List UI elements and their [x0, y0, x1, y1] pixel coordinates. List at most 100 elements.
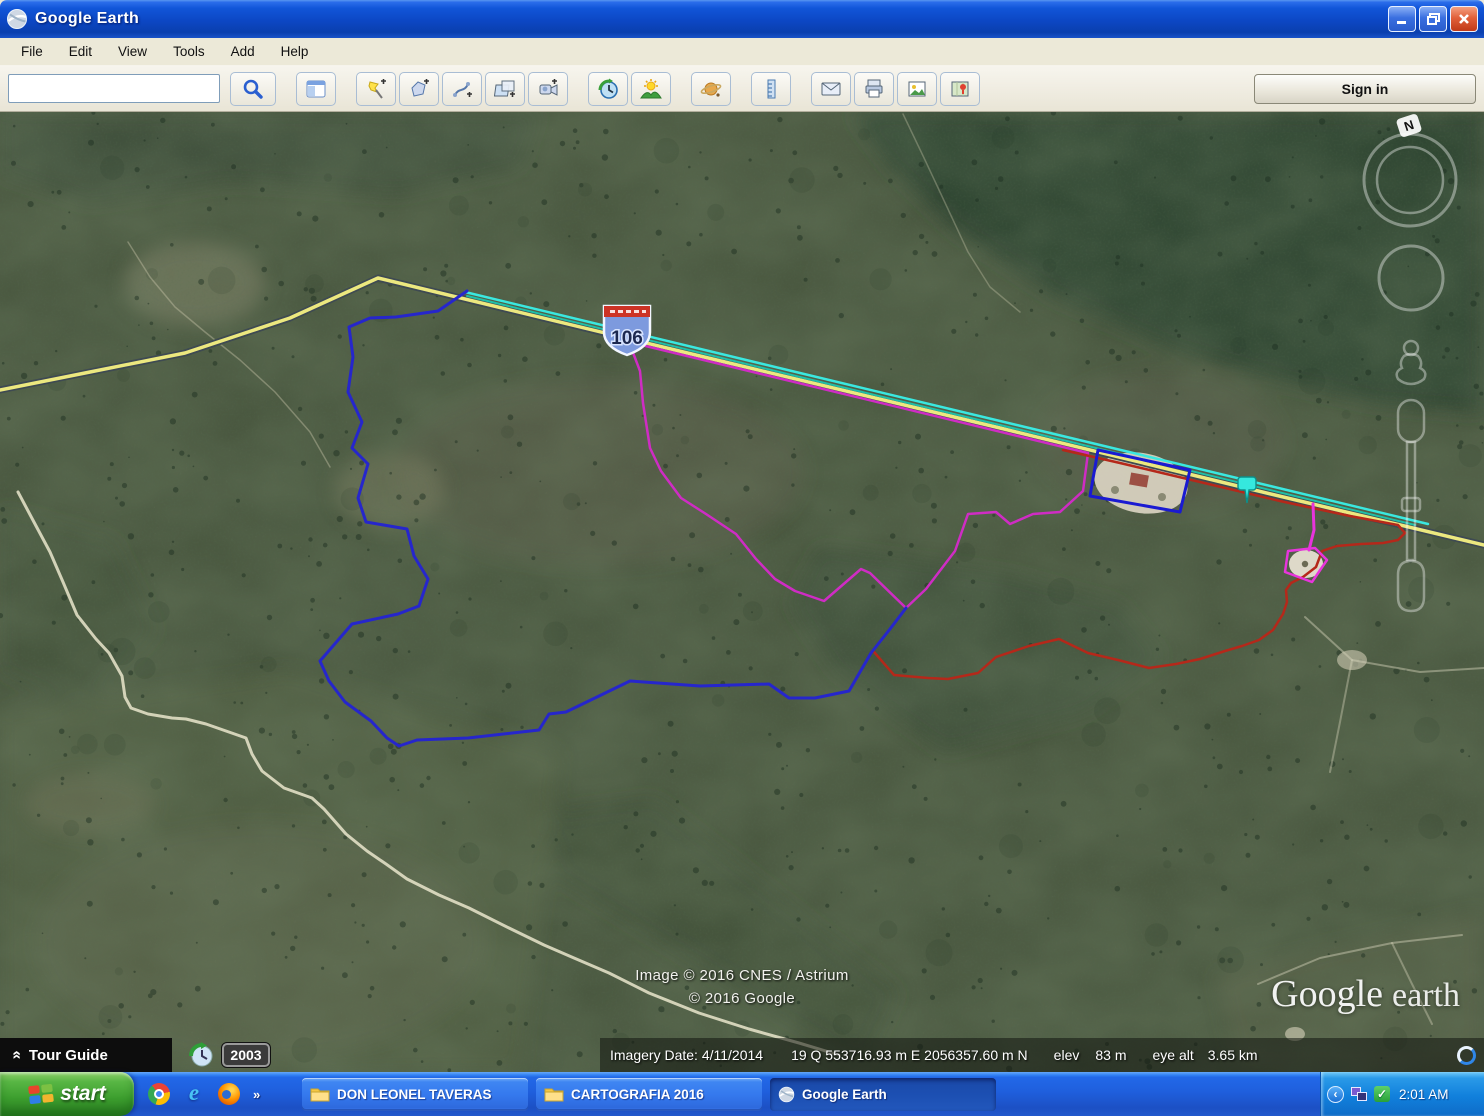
chevron-up-icon: « [7, 1051, 25, 1060]
firefox-icon[interactable] [218, 1083, 240, 1105]
imagery-year-badge[interactable]: 2003 [222, 1043, 270, 1067]
start-button[interactable]: start [0, 1072, 134, 1116]
toolbar: Sign in [0, 66, 1484, 112]
close-button[interactable] [1450, 6, 1478, 32]
placemark-icon [365, 78, 387, 100]
google-earth-window: Google Earth File Edit View Tools Add He… [0, 0, 1484, 1116]
elevation-value: 83 m [1095, 1047, 1126, 1063]
google-maps-icon [949, 78, 971, 100]
windows-logo-icon [28, 1082, 54, 1106]
chrome-icon[interactable] [148, 1083, 170, 1105]
windows-taskbar: start e » DON LEONEL TAVERAS CARTOGRAFIA… [0, 1072, 1484, 1116]
menu-tools[interactable]: Tools [160, 41, 218, 62]
historical-imagery-icon [597, 78, 619, 100]
navigation-controls[interactable] [1348, 120, 1468, 640]
boundary-blue [320, 291, 906, 746]
placemark-pin-cyan[interactable] [1236, 474, 1260, 506]
tour-guide-button[interactable]: « Tour Guide [0, 1038, 172, 1072]
look-joystick[interactable] [1379, 246, 1443, 310]
email-icon [820, 78, 842, 100]
taskbar-item-don-leonel-taveras[interactable]: DON LEONEL TAVERAS [302, 1078, 528, 1111]
imagery-copyright: Image © 2016 CNES / Astrium © 2016 Googl… [635, 964, 849, 1010]
quick-launch-overflow-chevron[interactable]: » [253, 1087, 260, 1102]
print-icon [863, 78, 885, 100]
restore-button[interactable] [1419, 6, 1447, 32]
antivirus-shield-icon[interactable]: ✓ [1374, 1086, 1390, 1102]
ruler-icon [760, 78, 782, 100]
tray-hide-icons-chevron[interactable]: ‹ [1327, 1086, 1344, 1103]
record-tour-icon [537, 78, 559, 100]
start-label: start [60, 1082, 106, 1106]
search-input[interactable] [8, 74, 220, 103]
boundary-magenta [629, 342, 1088, 608]
map-overlays [0, 112, 1484, 1072]
email-button[interactable] [811, 72, 851, 106]
add-path-button[interactable] [442, 72, 482, 106]
trail-faint-east-b [1330, 660, 1352, 772]
zoom-slider-knob[interactable] [1402, 498, 1420, 511]
map-viewport[interactable]: 106 N [0, 112, 1484, 1072]
google-earth-watermark: Google earth [1271, 972, 1460, 1016]
view-in-google-maps-button[interactable] [940, 72, 980, 106]
menu-help[interactable]: Help [268, 41, 322, 62]
compound-magenta [1285, 548, 1327, 582]
utm-coordinates: 19 Q 553716.93 m E 2056357.60 m N [791, 1047, 1028, 1063]
path-icon [451, 78, 473, 100]
sunlight-icon [640, 78, 662, 100]
network-icon[interactable] [1351, 1087, 1367, 1101]
saturn-icon [700, 78, 722, 100]
status-readout: Imagery Date: 4/11/2014 19 Q 553716.93 m… [600, 1038, 1484, 1072]
tray-clock[interactable]: 2:01 AM [1399, 1087, 1449, 1102]
imagery-date: Imagery Date: 4/11/2014 [610, 1047, 763, 1063]
search-button[interactable] [230, 72, 276, 106]
google-earth-logo-icon [778, 1086, 795, 1103]
ruler-button[interactable] [751, 72, 791, 106]
menu-add[interactable]: Add [218, 41, 268, 62]
record-tour-button[interactable] [528, 72, 568, 106]
search-icon [241, 77, 265, 101]
sign-in-button[interactable]: Sign in [1254, 74, 1476, 104]
add-image-overlay-button[interactable] [485, 72, 525, 106]
historical-imagery-status-icon[interactable] [188, 1042, 214, 1068]
folder-icon [544, 1086, 564, 1102]
menu-edit[interactable]: Edit [56, 41, 105, 62]
elevation-label: elev [1054, 1047, 1080, 1063]
map-status-bar: « Tour Guide 2003 Imagery Date: 4/11/201… [0, 1038, 1484, 1072]
track-teal [467, 296, 1415, 525]
show-sidebar-button[interactable] [296, 72, 336, 106]
taskbar-item-cartografia-2016[interactable]: CARTOGRAFIA 2016 [536, 1078, 762, 1111]
add-placemark-button[interactable] [356, 72, 396, 106]
print-button[interactable] [854, 72, 894, 106]
folder-icon [310, 1086, 330, 1102]
historical-imagery-button[interactable] [588, 72, 628, 106]
spur-magenta [1309, 504, 1314, 550]
save-image-icon [906, 78, 928, 100]
minimize-button[interactable] [1388, 6, 1416, 32]
system-tray: ‹ ✓ 2:01 AM [1320, 1072, 1484, 1116]
image-overlay-icon [494, 78, 516, 100]
highway-road [0, 278, 1484, 545]
trail-faint-northeast [903, 114, 1020, 312]
sunlight-button[interactable] [631, 72, 671, 106]
save-image-button[interactable] [897, 72, 937, 106]
window-titlebar: Google Earth [0, 0, 1484, 38]
taskbar-item-google-earth[interactable]: Google Earth [770, 1078, 996, 1111]
zoom-slider[interactable] [1398, 400, 1424, 611]
trail-faint-northwest [128, 242, 330, 467]
track-cyan [465, 292, 1428, 524]
eye-altitude-value: 3.65 km [1208, 1047, 1258, 1063]
eye-altitude-label: eye alt [1152, 1047, 1193, 1063]
window-title: Google Earth [35, 10, 139, 28]
street-view-pegman[interactable] [1397, 341, 1426, 384]
menu-view[interactable]: View [105, 41, 160, 62]
planets-button[interactable] [691, 72, 731, 106]
streaming-spinner-icon [1457, 1046, 1476, 1065]
polygon-icon [408, 78, 430, 100]
menu-file[interactable]: File [8, 41, 56, 62]
add-polygon-button[interactable] [399, 72, 439, 106]
quick-launch-bar: e » [148, 1083, 294, 1105]
menu-bar: File Edit View Tools Add Help [0, 38, 1484, 66]
internet-explorer-icon[interactable]: e [183, 1083, 205, 1105]
sidebar-icon [305, 78, 327, 100]
highway-road [0, 278, 1484, 545]
